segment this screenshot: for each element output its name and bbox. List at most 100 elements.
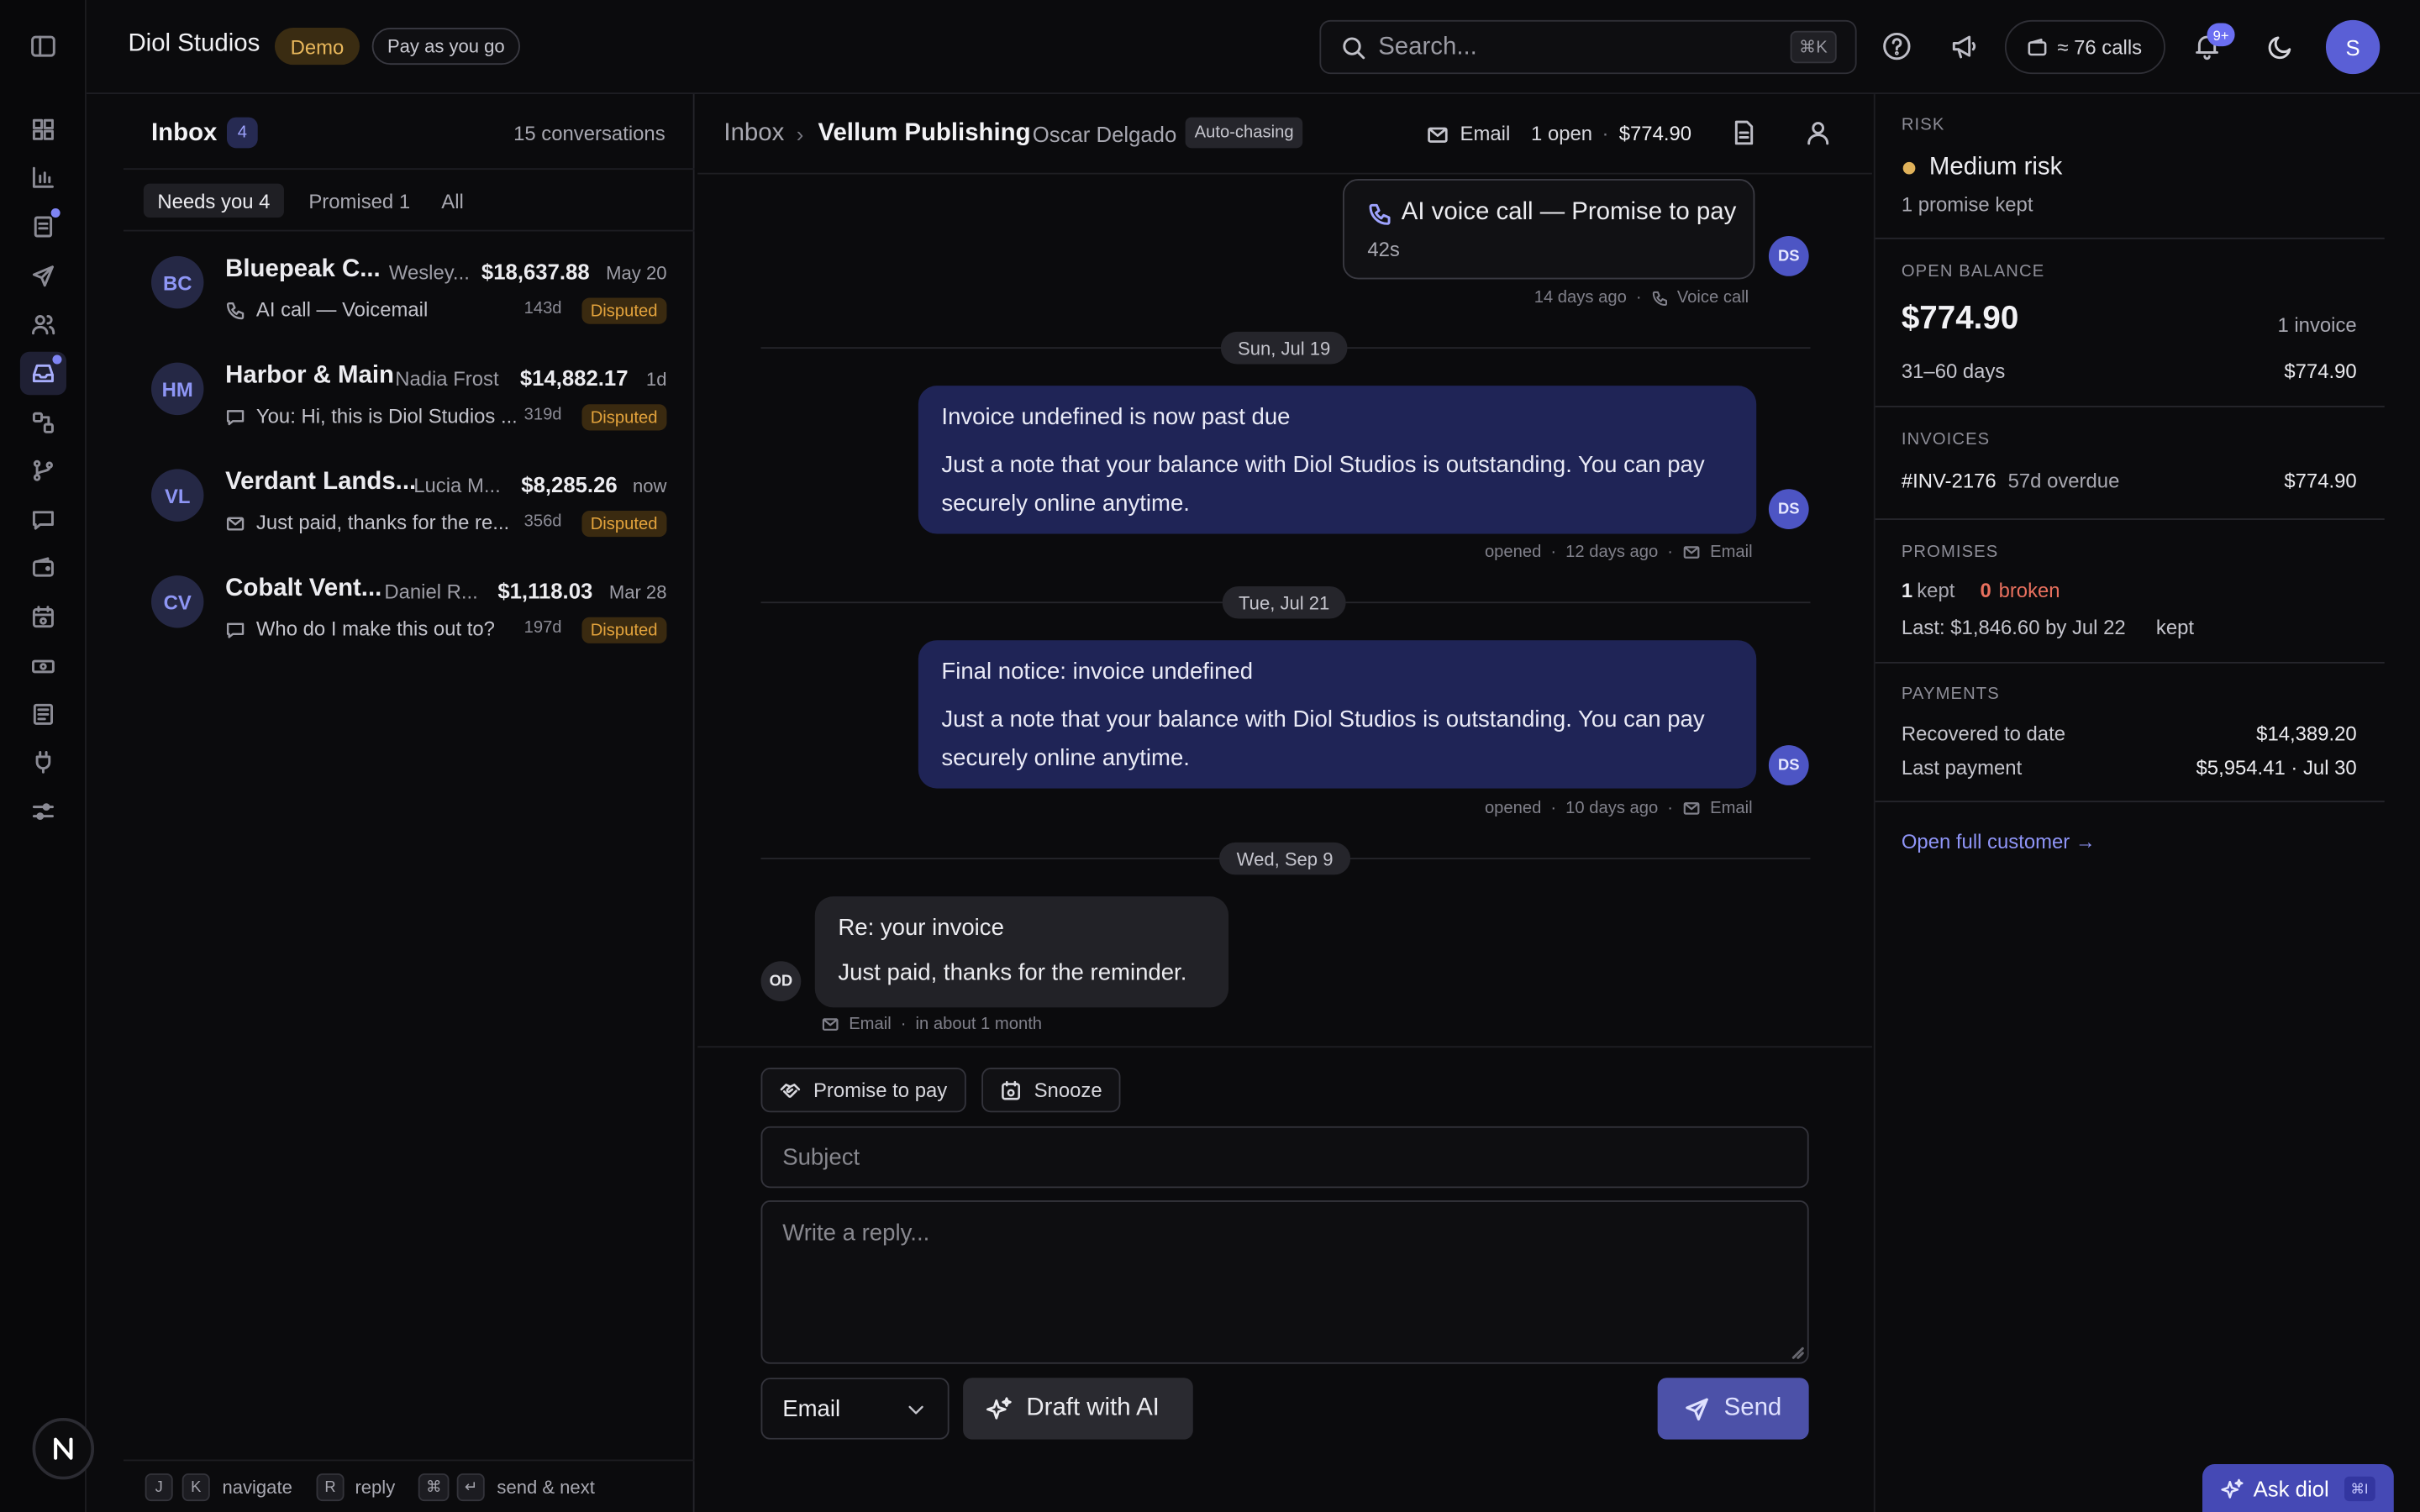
calendar-icon[interactable] [24,599,61,636]
message-time: 12 days ago [1565,543,1659,562]
inbox-icon[interactable] [19,351,66,396]
branch-icon[interactable] [24,452,61,489]
ask-diol-button[interactable]: Ask diol ⌘I [2202,1464,2394,1512]
plan-badge[interactable]: Pay as you go [371,28,520,66]
call-kind: Voice call [1676,288,1749,307]
conversation-age: 197d [523,618,562,638]
analytics-icon[interactable] [24,159,61,196]
customers-icon[interactable] [24,306,61,343]
tab-all[interactable]: All [441,190,464,213]
mail-icon [821,1016,839,1034]
promise-to-pay-button[interactable]: Promise to pay [760,1068,966,1113]
messages-icon[interactable] [24,501,61,538]
mail-icon [1682,543,1701,562]
channel-select[interactable]: Email [760,1378,950,1440]
settings-sliders-icon[interactable] [24,793,61,830]
promise-to-pay-label: Promise to pay [813,1078,948,1102]
message-body: Just paid, thanks for the reminder. [838,959,1187,986]
thread-pane: Inbox › Vellum Publishing Oscar Delgado … [697,94,1872,1512]
announcements-icon[interactable] [1949,31,1981,62]
user-avatar[interactable]: S [2325,19,2381,75]
conversation-row[interactable]: VL Verdant Lands... Lucia M... $8,285.26… [124,469,695,575]
kept-label: kept [1917,578,1955,602]
call-title: AI voice call — Promise to pay [1401,198,1737,226]
inbox-list-pane: Inbox 4 15 conversations Needs you 4 Pro… [123,94,695,1512]
conversation-row[interactable]: CV Cobalt Vent... Daniel R... $1,118.03 … [124,575,695,682]
promises-section-title: PROMISES [1901,543,1999,562]
tab-promised[interactable]: Promised 1 [308,190,410,213]
calls-credit-pill[interactable]: ≈ 76 calls [2004,19,2165,75]
invoice-id[interactable]: #INV-2176 [1902,469,1996,492]
avatar: DS [1768,489,1809,529]
ledger-icon[interactable] [24,696,61,732]
conversation-row[interactable]: HM Harbor & Main Nadia Frost $14,882.17 … [124,362,695,470]
open-full-customer-link[interactable]: Open full customer → [1902,830,2096,853]
wallet-icon[interactable] [24,549,61,586]
date-pill: Wed, Sep 9 [1219,842,1351,875]
draft-with-ai-button[interactable]: Draft with AI [963,1378,1193,1440]
customer-name: Vellum Publishing [818,120,1031,147]
divider [1875,406,2385,407]
conversation-row[interactable]: BC Bluepeak C... Wesley... $18,637.88 Ma… [124,255,695,363]
nav-rail [0,0,95,1512]
breadcrumb-inbox[interactable]: Inbox [723,120,784,148]
balance-section-title: OPEN BALANCE [1901,262,2045,281]
phone-icon [1367,202,1392,227]
dark-mode-moon-icon[interactable] [2267,33,2295,60]
risk-section-title: RISK [1901,115,1945,134]
top-bar: Diol Studios Demo Pay as you go Search..… [86,0,2420,95]
integrations-icon[interactable] [24,743,61,780]
kept-count: 1 [1901,578,1913,602]
invoices-notification-dot [50,207,60,218]
inbox-notification-dot [52,354,62,365]
avatar: DS [1768,745,1809,785]
snooze-button[interactable]: Snooze [981,1068,1121,1113]
wallet-icon [2027,36,2049,58]
auto-chasing-badge: Auto-chasing [1185,117,1303,149]
separator-dot: · [900,1015,907,1034]
mail-icon [225,514,245,534]
sidebar-toggle-icon[interactable] [24,28,61,65]
date-pill: Tue, Jul 21 [1222,585,1346,619]
document-icon[interactable] [1730,118,1758,146]
conversation-date: 1d [645,368,667,391]
conversation-name: Harbor & Main [225,362,394,389]
customer-details-pane: RISK Medium risk 1 promise kept OPEN BAL… [1873,94,2420,1512]
conversation-date: May 20 [606,262,667,284]
profile-icon[interactable] [1804,118,1832,146]
phone-icon [1651,289,1668,306]
last-promise-status: kept [2155,615,2195,639]
workflows-icon[interactable] [24,404,61,441]
risk-note: 1 promise kept [1901,192,2033,217]
breadcrumb-separator: › [796,122,804,147]
draft-with-ai-label: Draft with AI [1026,1394,1160,1421]
send-icon[interactable] [24,258,61,295]
kbd-k: K [182,1473,210,1502]
kbd-enter: ↵ [456,1473,486,1502]
divider [697,172,1872,175]
message-kind: Email [849,1015,892,1034]
handshake-icon [780,1079,802,1101]
logo-icon[interactable] [32,1417,95,1480]
contact-name: Oscar Delgado [1032,122,1177,147]
resize-handle-icon[interactable] [1791,1347,1804,1359]
separator-dot: · [1550,543,1557,562]
help-icon[interactable] [1881,31,1912,62]
search-input[interactable]: Search... ⌘K [1319,19,1857,75]
subject-input[interactable]: Subject [760,1126,1809,1189]
invoices-icon[interactable] [24,207,61,245]
open-count: 1 open [1531,122,1593,145]
conversation-date: now [633,475,667,497]
shortcut-send-next-label: send & next [497,1476,595,1499]
reply-textarea[interactable]: Write a reply... [760,1200,1809,1364]
separator-dot: · [1602,122,1609,145]
tab-needs-you[interactable]: Needs you 4 [143,183,284,218]
conversation-age: 319d [523,406,562,425]
payments-icon[interactable] [24,648,61,685]
notifications-bell-icon[interactable]: 9+ [2191,23,2235,62]
send-button[interactable]: Send [1657,1378,1809,1440]
conversation-amount: $14,882.17 [519,365,629,391]
message-bubble: Final notice: invoice undefined Just a n… [918,640,1757,789]
dashboard-icon[interactable] [24,111,61,148]
divider [1875,518,2385,520]
